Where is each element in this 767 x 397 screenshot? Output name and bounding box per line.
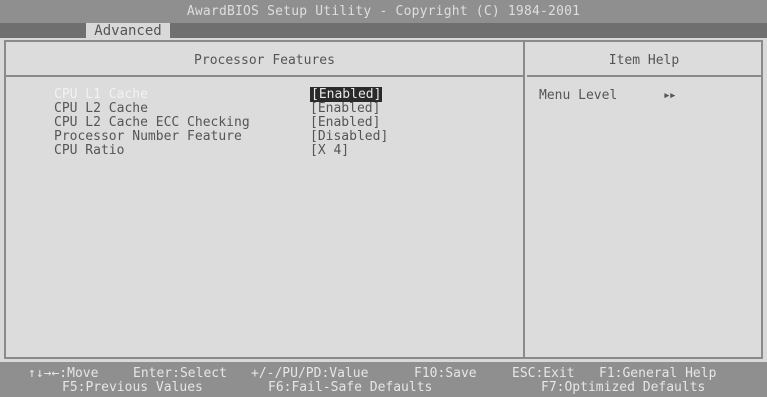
key-save: F10:Save bbox=[414, 366, 477, 381]
key-help-bar: ↑↓→←:Move Enter:Select +/-/PU/PD:Value F… bbox=[0, 362, 767, 397]
menu-level: Menu Level ▸▸ bbox=[539, 88, 677, 103]
setting-value[interactable]: [X 4] bbox=[310, 144, 349, 158]
setting-label: CPU L2 Cache bbox=[54, 101, 148, 116]
setting-processor-number[interactable]: Processor Number Feature [Disabled] bbox=[54, 130, 388, 144]
panel-title: Processor Features bbox=[6, 42, 523, 77]
help-panel-title: Item Help bbox=[527, 42, 761, 77]
setting-value[interactable]: [Enabled] bbox=[310, 116, 380, 130]
menu-level-label: Menu Level bbox=[539, 88, 618, 103]
setting-label: CPU L1 Cache bbox=[54, 87, 148, 102]
help-panel: Item Help Menu Level ▸▸ bbox=[527, 42, 761, 357]
setting-label: CPU L2 Cache ECC Checking bbox=[54, 115, 250, 130]
settings-panel: Processor Features CPU L1 Cache [Enabled… bbox=[6, 42, 525, 357]
title-bar: AwardBIOS Setup Utility - Copyright (C) … bbox=[0, 0, 767, 23]
key-general-help: F1:General Help bbox=[599, 366, 717, 381]
key-value: +/-/PU/PD:Value bbox=[251, 366, 369, 381]
key-optimized-defaults: F7:Optimized Defaults bbox=[541, 380, 706, 395]
setting-cpu-l2-cache[interactable]: CPU L2 Cache [Enabled] bbox=[54, 102, 380, 116]
tab-advanced[interactable]: Advanced bbox=[86, 23, 170, 40]
key-select: Enter:Select bbox=[133, 366, 227, 381]
key-failsafe-defaults: F6:Fail-Safe Defaults bbox=[268, 380, 433, 395]
key-exit: ESC:Exit bbox=[512, 366, 575, 381]
setting-label: CPU Ratio bbox=[54, 143, 125, 158]
key-move: ↑↓→←:Move bbox=[28, 366, 99, 381]
menu-level-arrow-icon: ▸▸ bbox=[663, 88, 677, 103]
settings-list: CPU L1 Cache [Enabled] CPU L2 Cache [Ena… bbox=[54, 87, 388, 158]
setting-cpu-ratio[interactable]: CPU Ratio [X 4] bbox=[54, 144, 349, 158]
key-previous-values: F5:Previous Values bbox=[62, 380, 203, 395]
setting-cpu-l1-cache[interactable]: CPU L1 Cache [Enabled] bbox=[54, 87, 383, 102]
setting-value-selected[interactable]: [Enabled] bbox=[310, 87, 383, 102]
setting-value[interactable]: [Enabled] bbox=[310, 87, 383, 102]
setting-label: Processor Number Feature bbox=[54, 129, 242, 144]
window-title: AwardBIOS Setup Utility - Copyright (C) … bbox=[186, 4, 581, 19]
setting-value[interactable]: [Enabled] bbox=[310, 102, 380, 116]
setting-cpu-l2-cache-ecc[interactable]: CPU L2 Cache ECC Checking [Enabled] bbox=[54, 116, 380, 130]
setting-value[interactable]: [Disabled] bbox=[310, 130, 388, 144]
